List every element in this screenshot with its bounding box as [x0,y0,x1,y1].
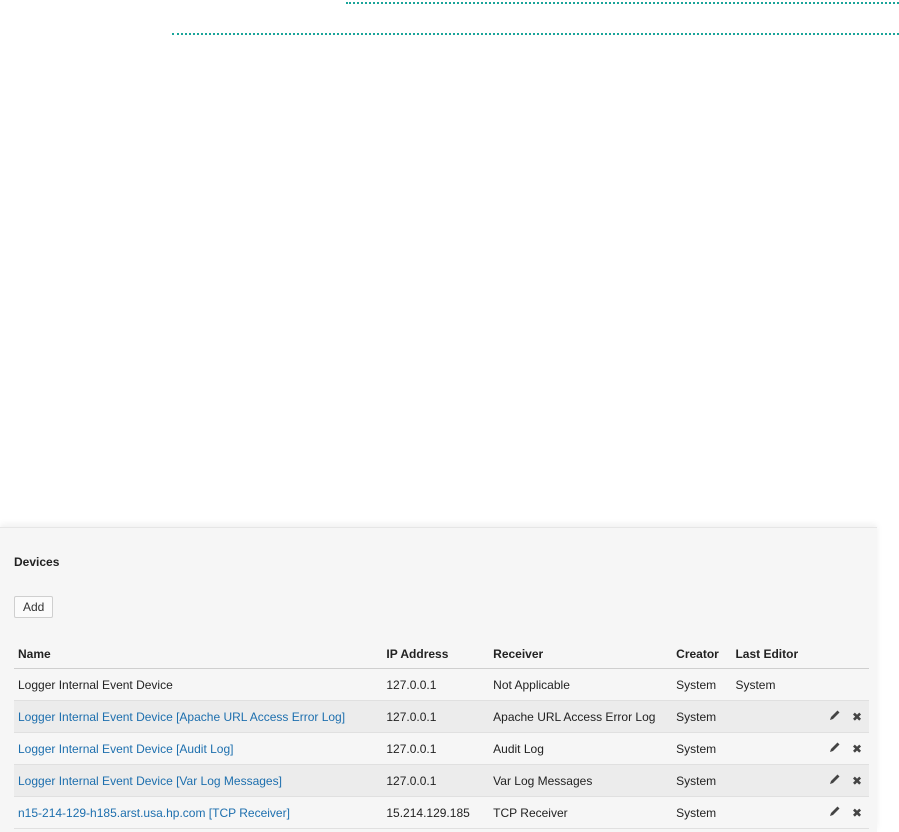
dotted-divider-top [346,2,899,4]
row-actions: ✖ [802,700,869,733]
dotted-divider [172,33,899,35]
device-ip: 127.0.0.1 [382,700,490,733]
device-receiver: TCP Receiver [489,796,673,829]
device-name-link[interactable]: n15-214-129-h185.arst.usa.hp.com [TCP Re… [18,806,290,820]
device-ip: 15.214.129.185 [382,796,490,829]
device-receiver: Not Applicable [489,668,673,701]
device-receiver: Audit Log [489,732,673,765]
device-name-link[interactable]: Logger Internal Event Device [Var Log Me… [18,774,282,788]
device-ip: 127.0.0.1 [382,732,490,765]
row-actions: ✖ [802,764,869,797]
column-header-last-editor[interactable]: Last Editor [731,640,803,669]
column-header-name[interactable]: Name [14,640,383,669]
device-name-link[interactable]: Logger Internal Event Device [Audit Log] [18,742,233,756]
column-header-ip[interactable]: IP Address [382,640,490,669]
column-header-actions [802,640,869,669]
device-last-editor [731,796,803,829]
close-icon[interactable]: ✖ [849,742,865,756]
device-last-editor [731,700,803,733]
table-row: Logger Internal Event Device [Apache URL… [14,700,869,733]
column-header-receiver[interactable]: Receiver [489,640,673,669]
table-row: Logger Internal Event Device [Var Log Me… [14,764,869,797]
device-creator: System [672,732,732,765]
table-row: Logger Internal Event Device [Audit Log]… [14,732,869,765]
pencil-icon[interactable] [827,773,843,788]
devices-panel: Devices Add Name IP Address Receiver Cre… [0,527,877,832]
row-actions: ✖ [802,732,869,765]
pencil-icon[interactable] [827,709,843,724]
close-icon[interactable]: ✖ [849,806,865,820]
row-actions [802,668,869,701]
device-name-link[interactable]: Logger Internal Event Device [Apache URL… [18,710,345,724]
device-receiver: Apache URL Access Error Log [489,700,673,733]
table-row: Logger Internal Event Device 127.0.0.1 N… [14,668,869,701]
pencil-icon[interactable] [827,741,843,756]
table-header-row: Name IP Address Receiver Creator Last Ed… [14,640,869,669]
device-last-editor [731,732,803,765]
column-header-creator[interactable]: Creator [672,640,732,669]
device-last-editor: System [731,668,803,701]
device-receiver: Var Log Messages [489,764,673,797]
add-device-button[interactable]: Add [14,596,54,618]
device-name: Logger Internal Event Device [14,668,383,701]
device-ip: 127.0.0.1 [382,764,490,797]
devices-table: Name IP Address Receiver Creator Last Ed… [14,640,869,829]
close-icon[interactable]: ✖ [849,710,865,724]
device-last-editor [731,764,803,797]
device-ip: 127.0.0.1 [382,668,490,701]
panel-title: Devices [14,555,60,569]
device-name-cell: Logger Internal Event Device [Var Log Me… [14,764,383,797]
pencil-icon[interactable] [827,805,843,820]
device-creator: System [672,764,732,797]
device-name-cell: Logger Internal Event Device [Audit Log] [14,732,383,765]
device-name-cell: Logger Internal Event Device [Apache URL… [14,700,383,733]
device-creator: System [672,796,732,829]
device-creator: System [672,700,732,733]
row-actions: ✖ [802,796,869,829]
table-row: n15-214-129-h185.arst.usa.hp.com [TCP Re… [14,796,869,829]
device-name-cell: n15-214-129-h185.arst.usa.hp.com [TCP Re… [14,796,383,829]
device-creator: System [672,668,732,701]
close-icon[interactable]: ✖ [849,774,865,788]
